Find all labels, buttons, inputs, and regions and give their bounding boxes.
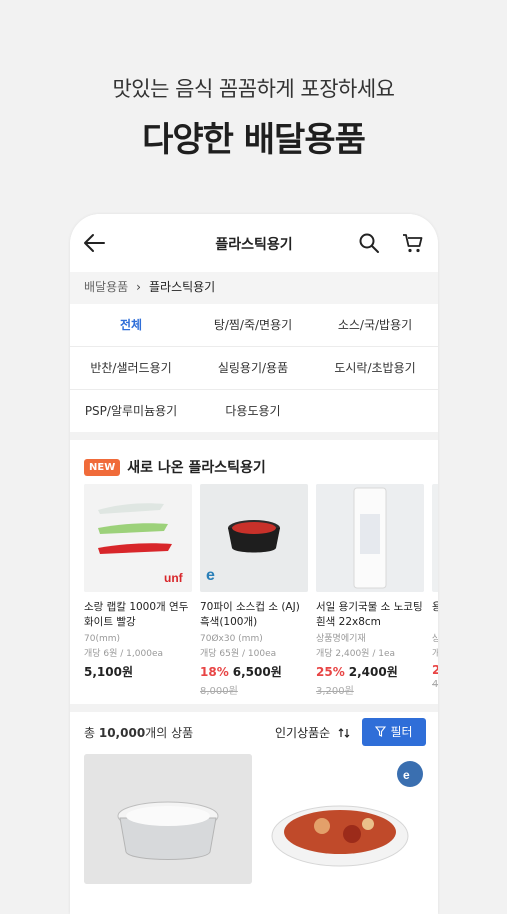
category-psp-aluminum[interactable]: PSP/알루미늄용기 xyxy=(70,390,192,432)
filter-button[interactable]: 필터 xyxy=(362,718,426,746)
category-sauce-soup-rice[interactable]: 소스/국/밥용기 xyxy=(314,304,436,346)
product-discount: 25% xyxy=(316,665,345,679)
product-list-section: 총 10,000개의 상품 인기상품순 필터 e xyxy=(70,712,438,914)
breadcrumb-root[interactable]: 배달용품 xyxy=(84,280,128,294)
section-gap xyxy=(70,704,438,712)
new-products-section: NEW 새로 나온 플라스틱용기 unf 소랑 랩칼 1000개 연두 화이트 … xyxy=(70,440,438,704)
phone-screen: 플라스틱용기 배달용품 › 플라스틱용기 전체 탕/찜/죽/면용기 소스/국/밥용기… xyxy=(70,214,438,914)
product-price: 18% 6,500원 xyxy=(200,663,308,680)
sauce-cup-image: e xyxy=(200,484,308,592)
category-all[interactable]: 전체 xyxy=(70,304,192,346)
product-spec: 70Øx30 (mm) xyxy=(200,634,263,644)
product-image xyxy=(432,484,438,592)
cart-icon[interactable] xyxy=(402,232,424,254)
promo-subtitle: 맛있는 음식 꼼꼼하게 포장하세요 xyxy=(112,77,395,101)
product-price-value: 2,400원 xyxy=(348,665,398,679)
sort-dropdown[interactable]: 인기상품순 xyxy=(275,724,350,741)
product-name: 소랑 랩칼 1000개 연두 화이트 빨강 xyxy=(84,601,189,628)
svg-text:e: e xyxy=(206,567,215,584)
category-multipurpose[interactable]: 다용도용기 xyxy=(192,390,314,432)
product-card[interactable]: e 70파이 소스컵 소 (AJ) 흑색(100개) 70Øx30 (mm) 개… xyxy=(200,484,308,697)
product-price: 5,100원 xyxy=(84,663,192,680)
soup-bag-image xyxy=(316,484,424,592)
product-discount: 2 xyxy=(432,663,438,677)
new-section-title: 새로 나온 플라스틱용기 xyxy=(127,460,266,476)
product-unit-price: 개당 6원 / 1,000ea xyxy=(84,649,163,659)
product-image xyxy=(316,484,424,592)
sort-arrows-icon xyxy=(338,728,350,738)
product-unit-price: 개당 2,400원 / 1ea xyxy=(316,649,395,659)
product-name: 용 1 xyxy=(432,601,438,613)
product-discount: 18% xyxy=(200,665,229,679)
new-badge: NEW xyxy=(84,458,121,476)
product-spec: 70(mm) xyxy=(84,634,121,644)
product-unit-price: 개당 65원 / 100ea xyxy=(200,649,277,659)
breadcrumb-separator-icon: › xyxy=(136,280,141,294)
category-sealing[interactable]: 실링용기/용품 xyxy=(192,347,314,389)
category-side-salad[interactable]: 반찬/샐러드용기 xyxy=(70,347,192,389)
food-container-image: e xyxy=(260,754,428,884)
app-bar: 플라스틱용기 xyxy=(70,214,438,272)
product-original-price: 4 xyxy=(432,679,438,690)
product-price: 25% 2,400원 xyxy=(316,663,424,680)
category-grid: 전체 탕/찜/죽/면용기 소스/국/밥용기 반찬/샐러드용기 실링용기/용품 도… xyxy=(70,304,438,432)
product-price-value: 6,500원 xyxy=(232,665,282,679)
product-price: 2 xyxy=(432,663,438,677)
svg-text:e: e xyxy=(403,768,410,782)
product-card-partial[interactable]: 용 1 상 개 2 4 xyxy=(432,484,438,690)
svg-text:unf: unf xyxy=(164,571,184,585)
filter-label: 필터 xyxy=(390,725,413,739)
product-spec: 상 xyxy=(432,634,438,644)
product-unit-price: 개 xyxy=(432,649,438,659)
count-suffix: 개의 상품 xyxy=(145,726,194,740)
product-name: 70파이 소스컵 소 (AJ) 흑색(100개) xyxy=(200,601,300,628)
section-gap xyxy=(70,432,438,440)
count-value: 10,000 xyxy=(98,726,146,740)
round-container-image xyxy=(84,754,252,884)
count-prefix: 총 xyxy=(84,726,99,740)
new-section-header: NEW 새로 나온 플라스틱용기 xyxy=(84,456,266,478)
product-image: unf xyxy=(84,484,192,592)
product-thumbnail[interactable]: e xyxy=(260,754,428,884)
category-lunchbox-sushi[interactable]: 도시락/초밥용기 xyxy=(314,347,436,389)
page-title: 플라스틱용기 xyxy=(215,237,293,253)
category-soup-stew-noodle[interactable]: 탕/찜/죽/면용기 xyxy=(192,304,314,346)
promo-headline: 다양한 배달용품 xyxy=(142,120,366,160)
wrap-cutter-image: unf xyxy=(84,484,192,592)
product-original-price: 8,000원 xyxy=(200,686,238,697)
breadcrumb-current: 플라스틱용기 xyxy=(148,280,216,294)
filter-icon xyxy=(375,726,387,737)
product-image: e xyxy=(200,484,308,592)
product-count: 총 10,000개의 상품 xyxy=(84,724,193,741)
breadcrumb: 배달용품 › 플라스틱용기 xyxy=(70,272,438,304)
product-price-value: 5,100원 xyxy=(84,665,133,679)
product-card[interactable]: 서일 용기국물 소 노코팅 흰색 22x8cm 상품명에기재 개당 2,400원… xyxy=(316,484,424,697)
search-icon[interactable] xyxy=(358,232,380,254)
product-name: 서일 용기국물 소 노코팅 흰색 22x8cm xyxy=(316,601,423,628)
product-spec: 상품명에기재 xyxy=(316,634,366,644)
product-thumbnail[interactable] xyxy=(84,754,252,884)
sort-label: 인기상품순 xyxy=(275,726,331,740)
product-card[interactable]: unf 소랑 랩칼 1000개 연두 화이트 빨강 70(mm) 개당 6원 /… xyxy=(84,484,192,680)
product-original-price: 3,200원 xyxy=(316,686,354,697)
